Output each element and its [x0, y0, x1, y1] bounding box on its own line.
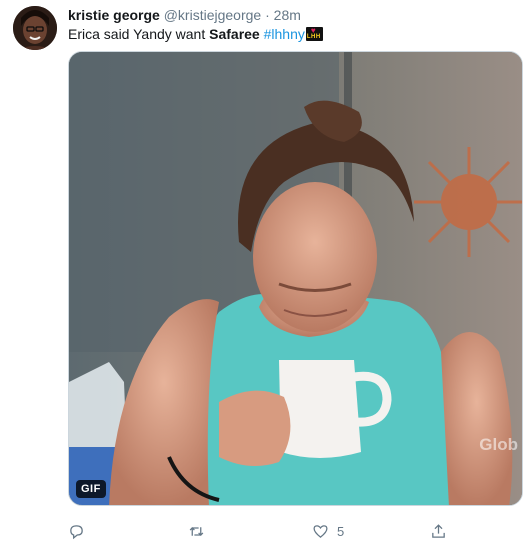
gif-frame-image	[69, 52, 522, 505]
emoji-label: LHH	[306, 34, 321, 40]
tweet[interactable]: kristie george @kristiejgeorge · 28m Eri…	[0, 0, 531, 545]
tweet-text: Erica said Yandy want Safaree #lhhny ♥ LHH	[68, 25, 323, 43]
avatar[interactable]	[13, 6, 57, 50]
retweet-button[interactable]	[188, 520, 205, 542]
reply-button[interactable]	[68, 520, 85, 542]
retweet-icon	[189, 526, 204, 536]
gif-badge: GIF	[76, 480, 106, 498]
tweet-header: kristie george @kristiejgeorge · 28m	[68, 6, 301, 24]
like-button[interactable]: 5	[312, 520, 344, 542]
author-name[interactable]: kristie george	[68, 7, 160, 23]
reply-icon	[70, 524, 83, 539]
header-separator: ·	[265, 7, 270, 23]
heart-icon	[313, 524, 328, 538]
gif-media[interactable]: Glob GIF	[68, 51, 523, 506]
share-button[interactable]	[430, 520, 447, 542]
tweet-actions: 5	[68, 520, 468, 542]
tweet-text-prefix: Erica said Yandy want	[68, 26, 210, 42]
tweet-time[interactable]: 28m	[274, 7, 301, 23]
author-handle[interactable]: @kristiejgeorge	[164, 7, 261, 23]
share-icon	[432, 523, 445, 538]
tweet-text-bold: Safaree	[209, 26, 260, 42]
hashtag-link[interactable]: #lhhny	[264, 26, 305, 42]
network-watermark: Glob	[479, 435, 518, 454]
lhh-emoji-icon: ♥ LHH	[305, 27, 323, 41]
avatar-image	[13, 6, 57, 50]
like-count: 5	[337, 523, 345, 539]
